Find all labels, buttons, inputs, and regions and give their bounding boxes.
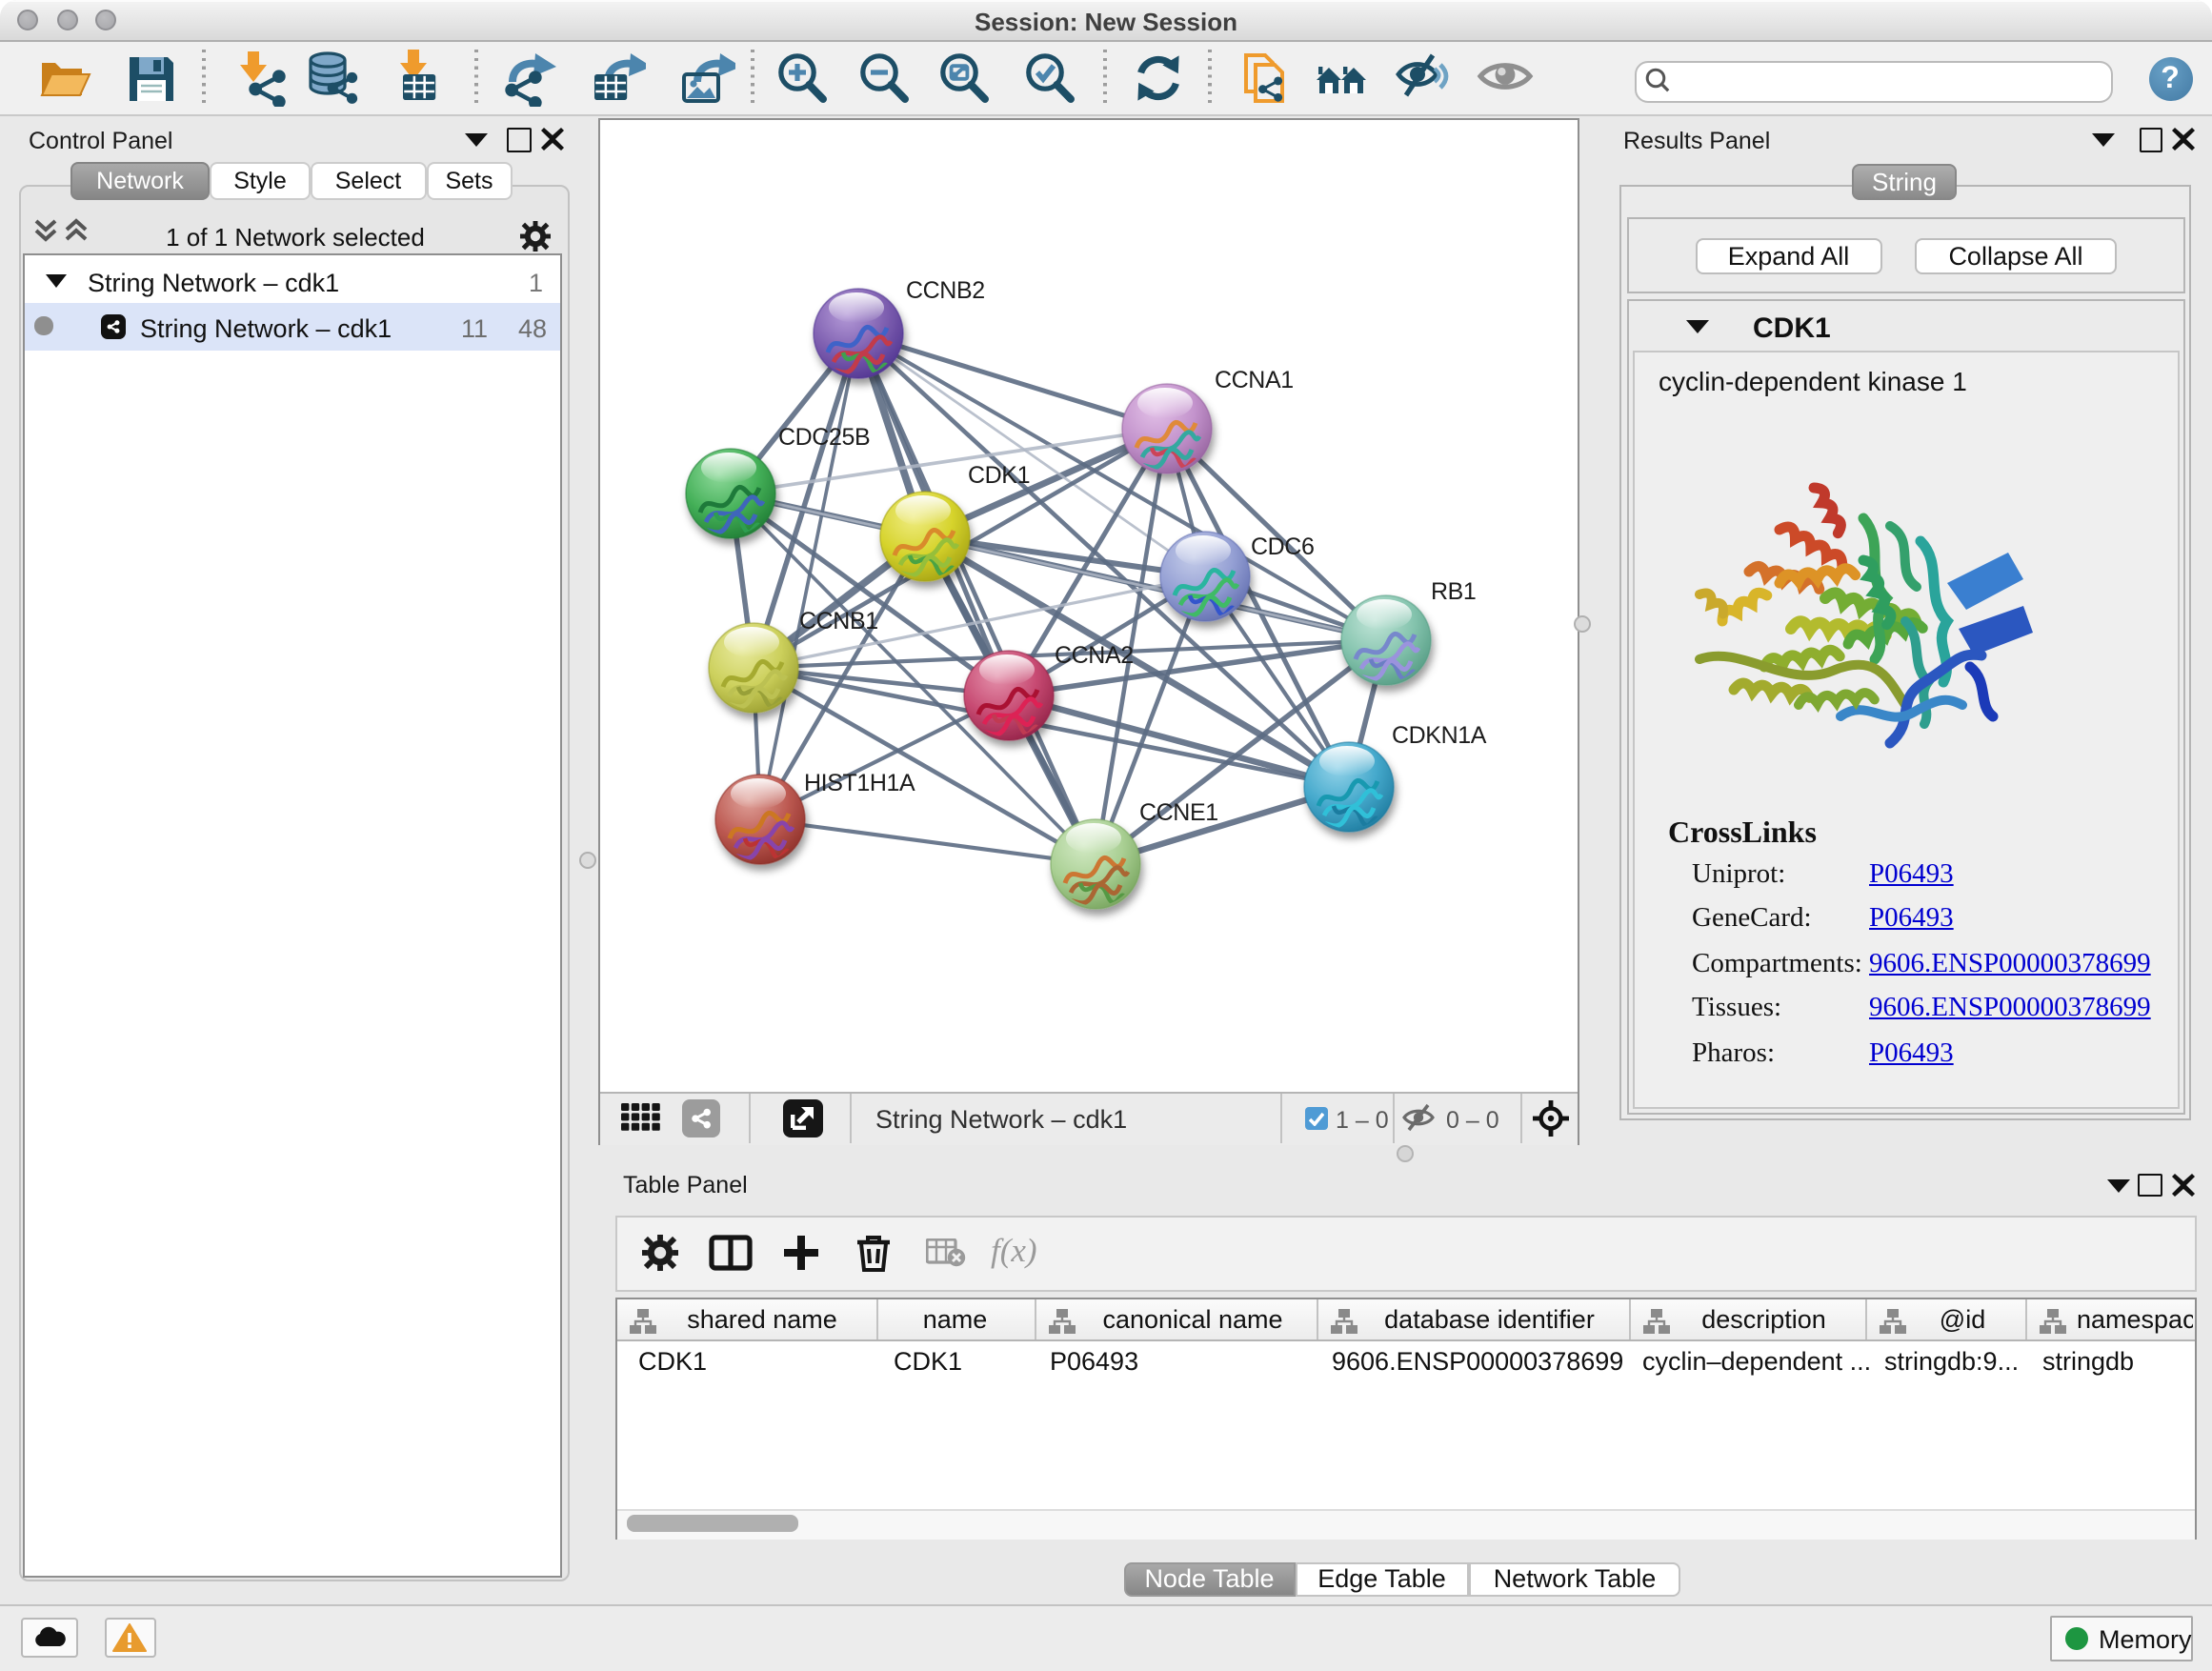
svg-text:CDK1: CDK1 — [967, 462, 1029, 489]
svg-text:CCNA2: CCNA2 — [1054, 642, 1133, 669]
svg-text:CCNB1: CCNB1 — [798, 608, 877, 634]
svg-text:CDC25B: CDC25B — [777, 424, 869, 451]
svg-text:CCNA1: CCNA1 — [1214, 367, 1293, 393]
svg-text:HIST1H1A: HIST1H1A — [803, 770, 915, 796]
svg-text:CCNE1: CCNE1 — [1138, 799, 1217, 826]
svg-text:RB1: RB1 — [1430, 578, 1475, 605]
svg-text:CDKN1A: CDKN1A — [1391, 722, 1486, 749]
svg-text:CCNB2: CCNB2 — [905, 277, 984, 304]
svg-text:CDC6: CDC6 — [1250, 534, 1313, 560]
